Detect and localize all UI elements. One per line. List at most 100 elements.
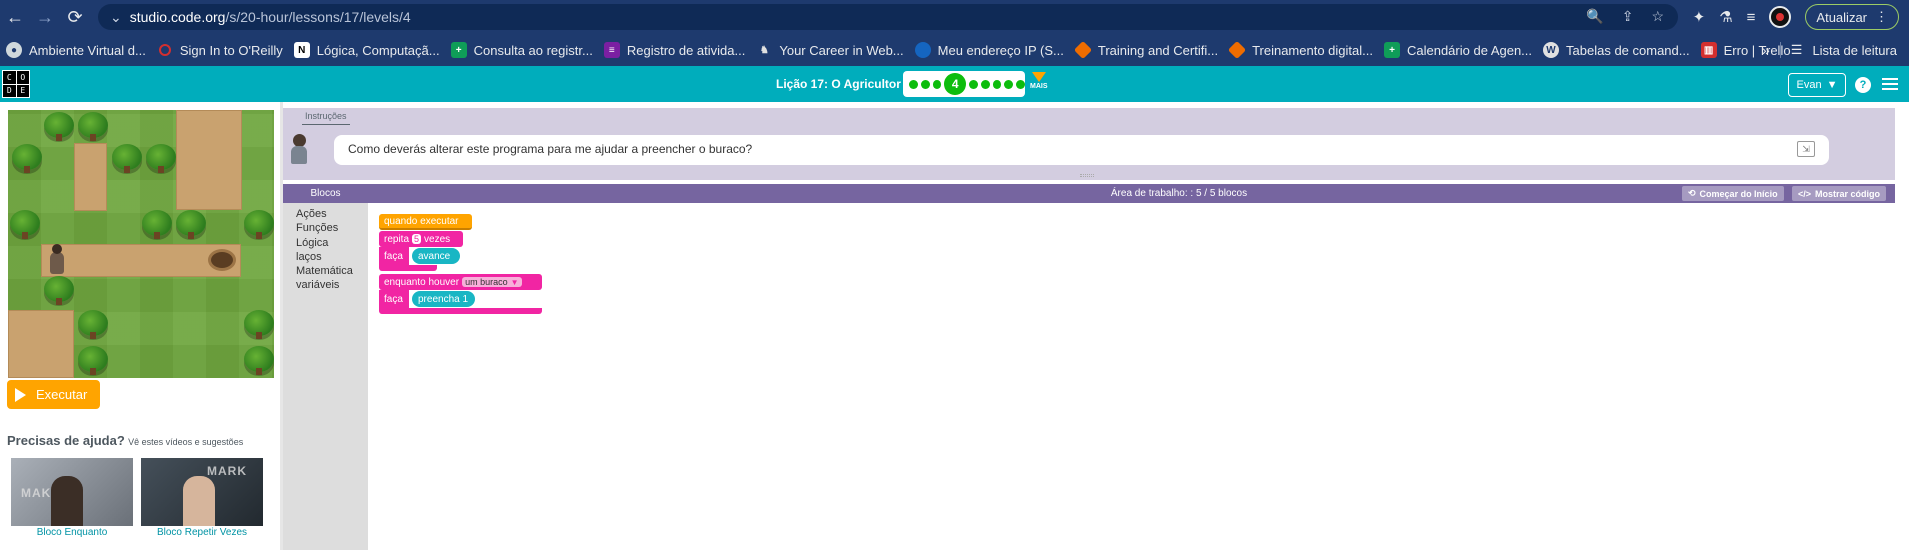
- hamburger-menu-icon[interactable]: [1882, 78, 1898, 90]
- show-code-label: Mostrar código: [1815, 188, 1881, 199]
- while-condition-dropdown[interactable]: um buraco ▼: [462, 277, 522, 287]
- tree: [244, 346, 274, 375]
- lesson-title[interactable]: Lição 17: O Agricultor 3: [776, 77, 911, 91]
- bookmark-item[interactable]: Treinamento digital...: [1228, 40, 1384, 60]
- bookmark-label: Sign In to O'Reilly: [179, 42, 283, 58]
- workspace-header: Blocos Área de trabalho: : 5 / 5 blocos …: [283, 184, 1895, 203]
- tree: [44, 112, 74, 141]
- bookmark-item[interactable]: W Tabelas de comand...: [1543, 42, 1701, 58]
- level-dot[interactable]: [920, 79, 930, 89]
- tree: [78, 310, 108, 339]
- more-label: MAIS: [1030, 83, 1048, 90]
- forward-arrow-icon[interactable]: →: [30, 2, 60, 32]
- toolbox-category[interactable]: Funções: [283, 221, 368, 235]
- bookmark-label: Ambiente Virtual d...: [29, 42, 146, 58]
- logo-letter: E: [16, 84, 29, 97]
- bookmark-item[interactable]: Training and Certifi...: [1073, 40, 1229, 60]
- tree: [146, 144, 176, 173]
- bookmark-item[interactable]: ≡ Registro de ativida...: [603, 42, 757, 58]
- url-host: studio.code.org: [129, 9, 226, 25]
- run-button[interactable]: Executar: [7, 380, 100, 409]
- show-code-button[interactable]: </> Mostrar código: [1792, 186, 1887, 201]
- help-icon[interactable]: ?: [1855, 77, 1871, 93]
- collapse-instructions-icon[interactable]: ⇲: [1797, 141, 1815, 157]
- video-caption[interactable]: Bloco Enquanto: [11, 527, 133, 538]
- codeorg-header: C O D E Lição 17: O Agricultor 3 4 MAIS …: [0, 66, 1909, 102]
- toolbox-category[interactable]: Ações: [283, 207, 368, 221]
- when-run-block[interactable]: quando executar: [379, 214, 472, 230]
- bookmark-item[interactable]: ● Ambiente Virtual d...: [6, 42, 157, 58]
- bookmark-item[interactable]: + Calendário de Agen...: [1383, 42, 1543, 58]
- bookmark-item[interactable]: + Consulta ao registr...: [450, 42, 604, 58]
- instruction-bubble: Como deverás alterar este programa para …: [334, 135, 1829, 165]
- fill-block[interactable]: preencha 1: [412, 291, 475, 307]
- update-button[interactable]: Atualizar ⋮: [1805, 4, 1899, 30]
- start-over-button[interactable]: ⟲ Começar do Início: [1682, 186, 1784, 201]
- tree: [44, 276, 74, 305]
- level-dot[interactable]: [909, 79, 918, 89]
- video-thumbnail[interactable]: MAKINDE: [11, 458, 133, 526]
- bookmark-star-icon[interactable]: ☆: [1651, 8, 1664, 25]
- media-queue-icon[interactable]: ≡: [1747, 9, 1756, 26]
- viking-icon: ♞: [759, 44, 769, 56]
- logo-letter: D: [3, 84, 16, 97]
- bookmark-item[interactable]: Meu endereço IP (S...: [914, 42, 1075, 58]
- codeorg-logo[interactable]: C O D E: [2, 70, 30, 98]
- level-dot[interactable]: [932, 79, 942, 89]
- cube-icon: [1228, 40, 1247, 60]
- more-levels-toggle[interactable]: MAIS: [1030, 72, 1048, 90]
- reload-icon[interactable]: ⟳: [60, 2, 90, 32]
- bookmark-item[interactable]: Sign In to O'Reilly: [157, 42, 294, 58]
- video-thumbnail[interactable]: MARK: [141, 458, 263, 526]
- oreilly-icon: [158, 44, 171, 56]
- labs-flask-icon[interactable]: ⚗: [1719, 8, 1732, 26]
- zoom-icon[interactable]: 🔍: [1586, 8, 1603, 25]
- profile-avatar[interactable]: [1769, 6, 1792, 28]
- kebab-menu-icon: ⋮: [1875, 9, 1888, 24]
- more-bookmarks-chevron-icon[interactable]: »: [1762, 42, 1770, 58]
- level-dot[interactable]: [968, 79, 978, 89]
- level-dot[interactable]: [980, 79, 990, 89]
- level-progress: 4: [903, 71, 1026, 97]
- block-label: vezes: [424, 233, 451, 245]
- bookmark-item[interactable]: ♞ Your Career in Web...: [756, 42, 914, 58]
- move-forward-block[interactable]: avance: [412, 248, 460, 264]
- level-dot[interactable]: [1004, 79, 1014, 89]
- site-settings-icon[interactable]: ⌄: [110, 9, 122, 26]
- logo-letter: O: [16, 71, 29, 84]
- video-caption[interactable]: Bloco Repetir Vezes: [141, 527, 263, 538]
- back-arrow-icon[interactable]: ←: [0, 2, 30, 32]
- toolbox-category[interactable]: variáveis: [283, 278, 368, 292]
- repeat-count-field[interactable]: 5: [412, 234, 422, 244]
- toolbox-category[interactable]: Lógica: [283, 236, 368, 250]
- level-dot[interactable]: [992, 79, 1002, 89]
- bookmark-label: Your Career in Web...: [779, 42, 904, 58]
- resize-grip[interactable]: [1080, 174, 1094, 177]
- bookmark-label: Meu endereço IP (S...: [937, 42, 1064, 58]
- presenter-figure: [51, 476, 83, 526]
- repeat-block[interactable]: repita 5 vezes: [379, 231, 463, 247]
- repeat-block-arm: faça: [379, 247, 409, 265]
- address-bar[interactable]: ⌄ studio.code.org/s/20-hour/lessons/17/l…: [98, 4, 1678, 30]
- dropdown-arrow-icon: ▼: [510, 278, 519, 287]
- user-menu-button[interactable]: Evan ▼: [1788, 73, 1846, 97]
- workspace-title: Área de trabalho: : 5 / 5 blocos: [1110, 188, 1248, 199]
- help-heading: Precisas de ajuda? Vê estes vídeos e sug…: [7, 433, 243, 448]
- repeat-block-foot: [379, 265, 437, 271]
- bookmark-label: Calendário de Agen...: [1406, 42, 1533, 58]
- block-label: faça: [384, 250, 403, 262]
- block-workspace[interactable]: quando executar repita 5 vezes faça avan…: [368, 203, 1895, 550]
- dirt-tile: [176, 110, 242, 210]
- toolbox-category[interactable]: laços: [283, 250, 368, 264]
- block-label: enquanto houver: [384, 276, 460, 288]
- toolbox-category[interactable]: Matemática: [283, 264, 368, 278]
- current-level-bubble[interactable]: 4: [944, 73, 966, 95]
- share-icon[interactable]: ⇪: [1622, 8, 1634, 25]
- bookmark-item[interactable]: N Lógica, Computaçã...: [293, 42, 451, 58]
- extensions-icon[interactable]: ✦: [1693, 8, 1706, 26]
- instructions-tab[interactable]: Instruções: [302, 111, 350, 125]
- reading-list-link[interactable]: Lista de leitura: [1812, 43, 1897, 58]
- farmer-character: [50, 244, 64, 274]
- while-block[interactable]: enquanto houver um buraco ▼: [379, 274, 542, 290]
- level-dot[interactable]: [1016, 79, 1026, 89]
